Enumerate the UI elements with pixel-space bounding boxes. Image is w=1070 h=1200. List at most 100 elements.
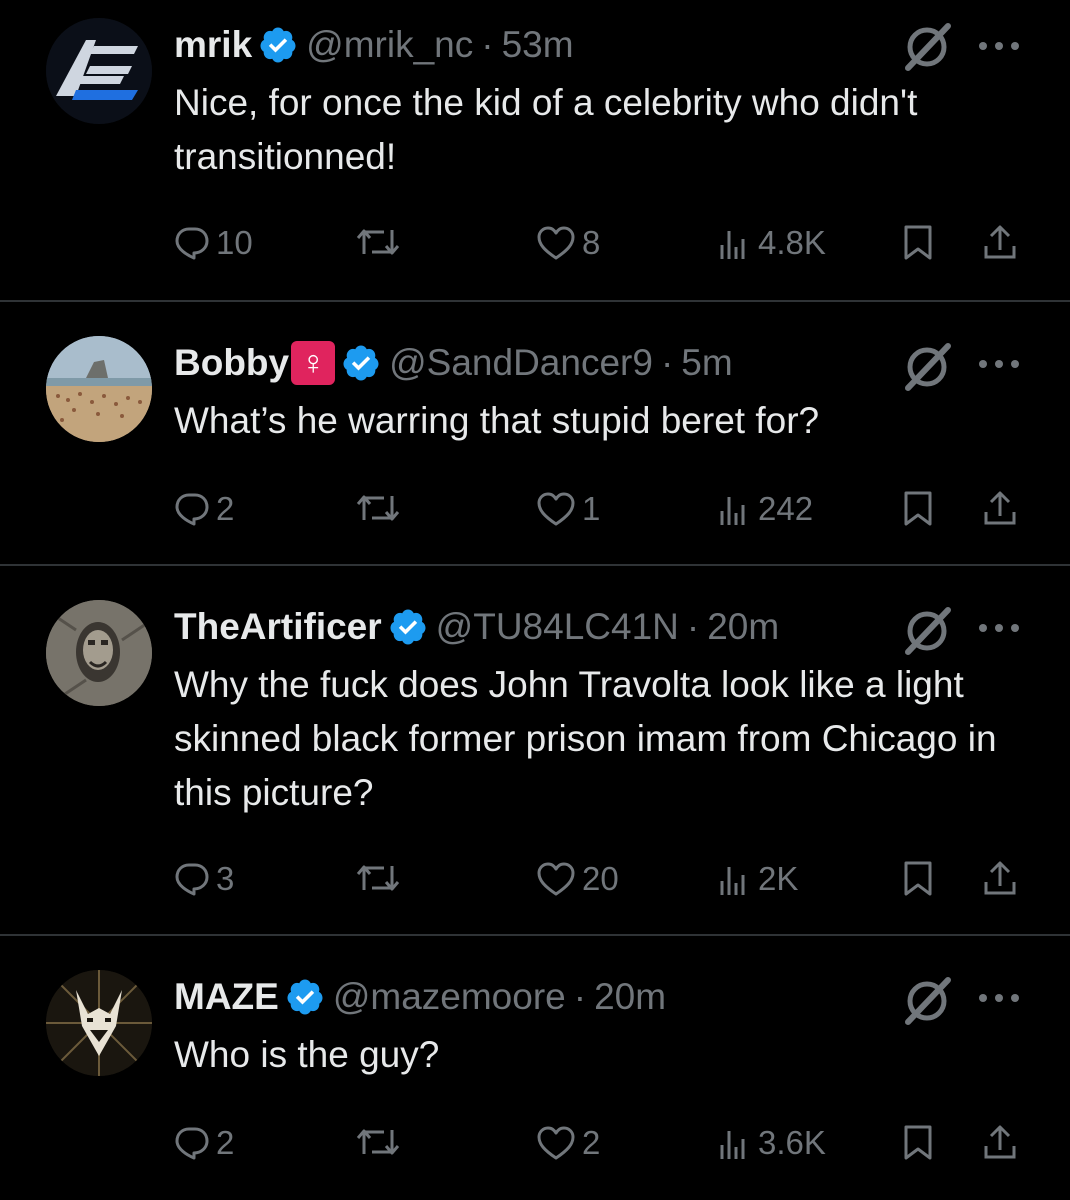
verified-badge-icon[interactable] <box>388 607 428 647</box>
views-icon <box>716 861 752 897</box>
tweet-text: What’s he warring that stupid beret for? <box>174 400 820 441</box>
reply-button[interactable]: 3 <box>174 860 234 898</box>
view-count: 2K <box>758 860 799 897</box>
bookmark-button[interactable] <box>902 490 934 526</box>
tweet-text: Nice, for once the kid of a celebrity wh… <box>174 82 918 177</box>
share-icon <box>982 1124 1018 1160</box>
dog-logo-icon <box>46 970 152 1076</box>
tweet-text: Who is the guy? <box>174 1034 440 1075</box>
views-icon <box>716 225 752 261</box>
reply-button[interactable]: 10 <box>174 224 253 262</box>
reply-icon <box>174 1125 210 1161</box>
view-count: 3.6K <box>758 1124 826 1161</box>
verified-badge-icon[interactable] <box>258 25 298 65</box>
reply-button[interactable]: 2 <box>174 1124 234 1162</box>
views-icon <box>716 491 752 527</box>
repost-button[interactable] <box>356 224 400 260</box>
views-icon <box>716 1125 752 1161</box>
tweet[interactable]: mrik @mrik_nc · 53m Nice, for once the k… <box>0 0 1070 302</box>
share-icon <box>982 860 1018 896</box>
tweet-header: TheArtificer @TU84LC41N · 20m <box>174 602 779 652</box>
bookmark-button[interactable] <box>902 860 934 896</box>
separator: · <box>481 24 494 65</box>
reply-icon <box>174 225 210 261</box>
reply-count: 10 <box>216 224 253 261</box>
like-icon <box>536 491 576 527</box>
repost-icon <box>356 224 400 260</box>
views-button[interactable]: 3.6K <box>716 1124 826 1162</box>
like-button[interactable]: 2 <box>536 1124 600 1162</box>
tweet[interactable]: MAZE @mazemoore · 20m Who is the guy? 2 … <box>0 936 1070 1200</box>
action-bar: 3 20 2K <box>0 850 1070 910</box>
action-bar: 2 2 3.6K <box>0 1114 1070 1174</box>
handle[interactable]: @mazemoore <box>333 976 566 1018</box>
share-button[interactable] <box>982 224 1018 260</box>
display-name[interactable]: mrik <box>174 24 252 66</box>
like-button[interactable]: 8 <box>536 224 600 262</box>
share-icon <box>982 224 1018 260</box>
tweet-header: Bobby ♀ @SandDancer9 · 5m <box>174 338 733 388</box>
tweet[interactable]: TheArtificer @TU84LC41N · 20m Why the fu… <box>0 566 1070 936</box>
verified-badge-icon[interactable] <box>285 977 325 1017</box>
tweet-header: mrik @mrik_nc · 53m <box>174 20 574 70</box>
ae-logo-icon <box>46 18 152 124</box>
more-icon[interactable] <box>975 36 1023 56</box>
handle[interactable]: @mrik_nc <box>306 24 473 66</box>
grok-icon[interactable] <box>902 22 952 72</box>
female-sign-emoji: ♀ <box>291 341 336 385</box>
handle[interactable]: @TU84LC41N <box>436 606 679 648</box>
bookmark-icon <box>902 490 934 526</box>
action-bar: 2 1 242 <box>0 480 1070 540</box>
reply-icon <box>174 491 210 527</box>
like-count: 20 <box>582 860 619 897</box>
repost-button[interactable] <box>356 1124 400 1160</box>
display-name[interactable]: Bobby <box>174 342 289 384</box>
like-icon <box>536 225 576 261</box>
avatar[interactable] <box>46 18 152 124</box>
display-name[interactable]: TheArtificer <box>174 606 382 648</box>
reply-button[interactable]: 2 <box>174 490 234 528</box>
timestamp[interactable]: 53m <box>502 24 574 66</box>
reply-icon <box>174 861 210 897</box>
repost-icon <box>356 860 400 896</box>
share-button[interactable] <box>982 860 1018 896</box>
avatar[interactable] <box>46 336 152 442</box>
separator: · <box>660 342 674 383</box>
like-button[interactable]: 20 <box>536 860 619 898</box>
share-button[interactable] <box>982 490 1018 526</box>
separator: · <box>573 976 587 1017</box>
grok-icon[interactable] <box>902 606 952 656</box>
avatar[interactable] <box>46 600 152 706</box>
grok-icon[interactable] <box>902 976 952 1026</box>
timestamp[interactable]: 20m <box>707 606 779 648</box>
repost-icon <box>356 490 400 526</box>
like-button[interactable]: 1 <box>536 490 600 528</box>
timestamp[interactable]: 5m <box>681 342 732 384</box>
repost-button[interactable] <box>356 860 400 896</box>
timestamp[interactable]: 20m <box>594 976 666 1018</box>
like-count: 2 <box>582 1124 601 1161</box>
bookmark-icon <box>902 1124 934 1160</box>
views-button[interactable]: 242 <box>716 490 813 528</box>
grok-icon[interactable] <box>902 342 952 392</box>
repost-button[interactable] <box>356 490 400 526</box>
bookmark-button[interactable] <box>902 1124 934 1160</box>
avatar[interactable] <box>46 970 152 1076</box>
verified-badge-icon[interactable] <box>341 343 381 383</box>
more-icon[interactable] <box>975 354 1023 374</box>
tweet-text: Why the fuck does John Travolta look lik… <box>174 664 997 813</box>
display-name[interactable]: MAZE <box>174 976 279 1018</box>
more-icon[interactable] <box>975 988 1023 1008</box>
bookmark-icon <box>902 860 934 896</box>
tweet[interactable]: Bobby ♀ @SandDancer9 · 5m What’s he warr… <box>0 302 1070 566</box>
bookmark-icon <box>902 224 934 260</box>
like-icon <box>536 1125 576 1161</box>
views-button[interactable]: 2K <box>716 860 798 898</box>
views-button[interactable]: 4.8K <box>716 224 826 262</box>
view-count: 242 <box>758 490 814 527</box>
bookmark-button[interactable] <box>902 224 934 260</box>
share-button[interactable] <box>982 1124 1018 1160</box>
handle[interactable]: @SandDancer9 <box>389 342 653 384</box>
like-count: 1 <box>582 490 601 527</box>
more-icon[interactable] <box>975 618 1023 638</box>
